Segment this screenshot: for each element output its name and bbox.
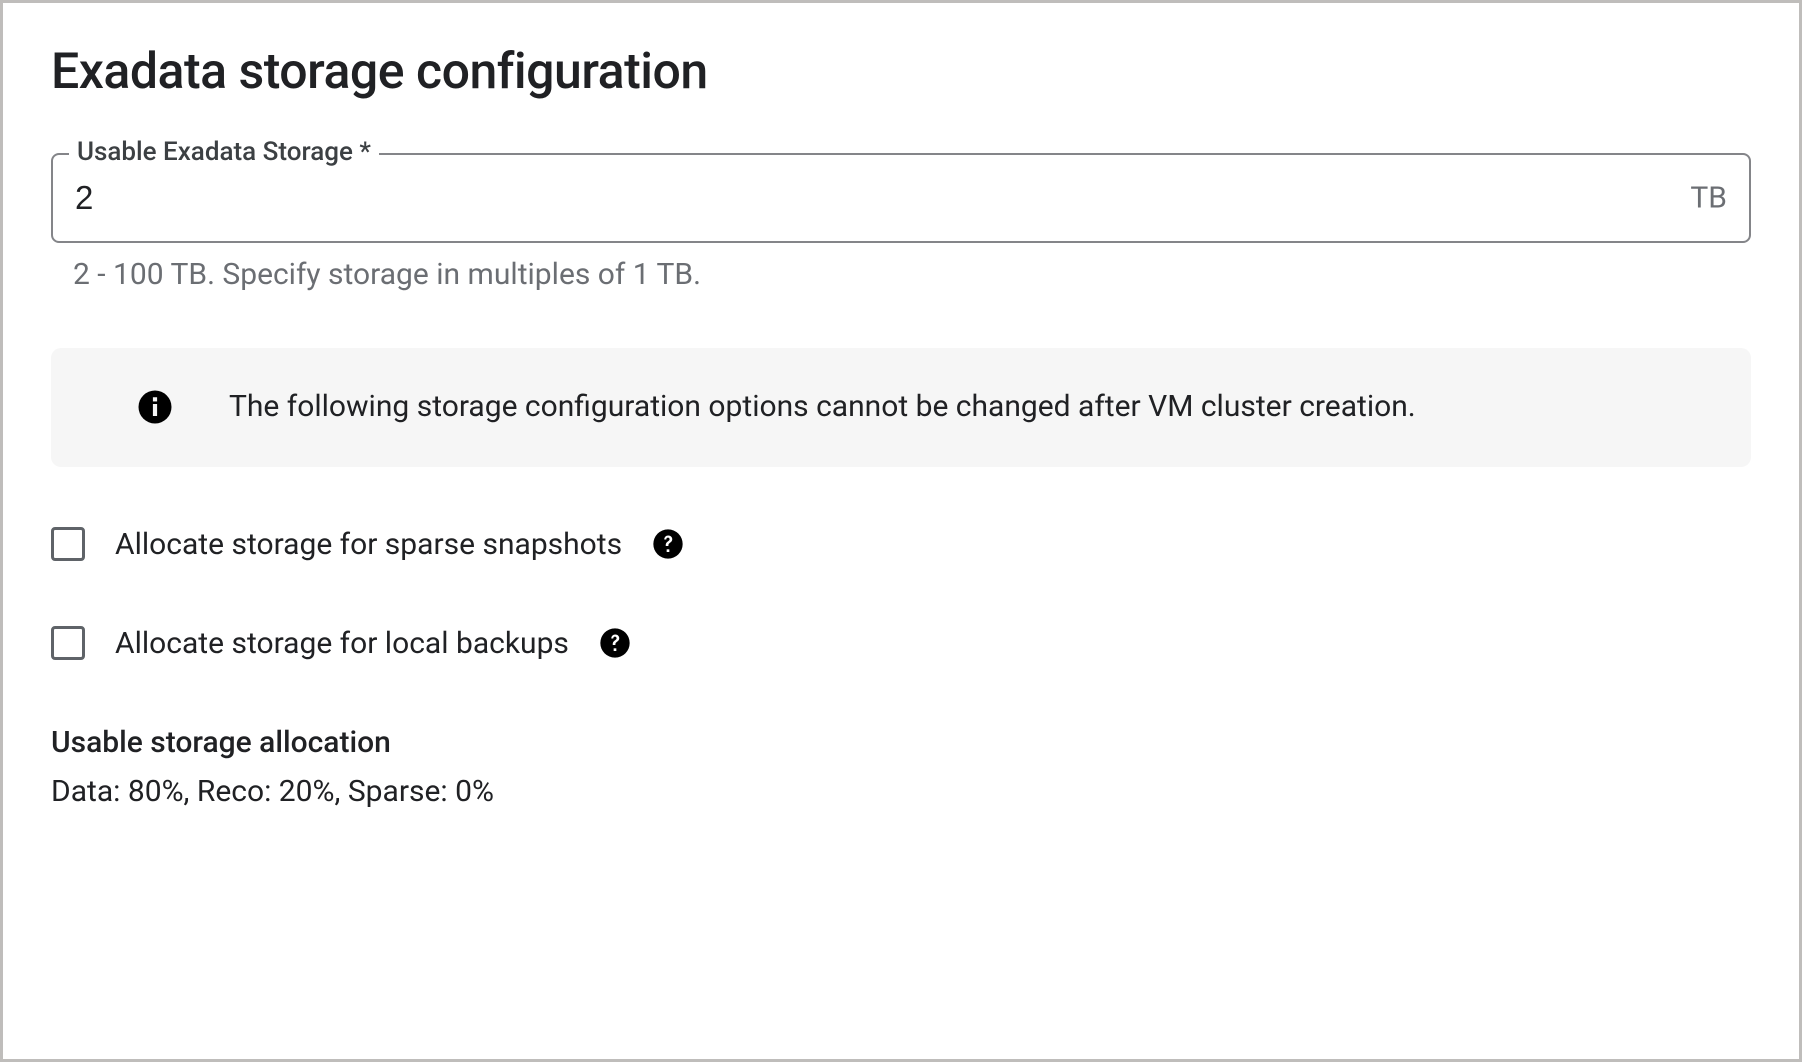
info-banner: The following storage configuration opti… [51, 348, 1751, 467]
usable-storage-label: Usable Exadata Storage * [69, 137, 379, 167]
backups-label: Allocate storage for local backups [115, 626, 569, 661]
sparse-label: Allocate storage for sparse snapshots [115, 527, 622, 562]
usable-storage-helper: 2 - 100 TB. Specify storage in multiples… [73, 257, 1751, 292]
usable-storage-field: Usable Exadata Storage * TB [51, 153, 1751, 243]
option-backups-row: Allocate storage for local backups [51, 626, 1751, 661]
usable-storage-unit: TB [1690, 181, 1727, 216]
info-icon [137, 389, 173, 425]
allocation-values: Data: 80%, Reco: 20%, Sparse: 0% [51, 774, 1751, 809]
storage-config-panel: Exadata storage configuration Usable Exa… [3, 3, 1799, 1059]
help-icon[interactable] [599, 627, 631, 659]
section-title: Exadata storage configuration [51, 43, 1751, 101]
option-sparse-row: Allocate storage for sparse snapshots [51, 527, 1751, 562]
allocation-title: Usable storage allocation [51, 725, 1751, 760]
sparse-checkbox[interactable] [51, 527, 85, 561]
backups-checkbox[interactable] [51, 626, 85, 660]
info-banner-text: The following storage configuration opti… [229, 384, 1416, 431]
help-icon[interactable] [652, 528, 684, 560]
